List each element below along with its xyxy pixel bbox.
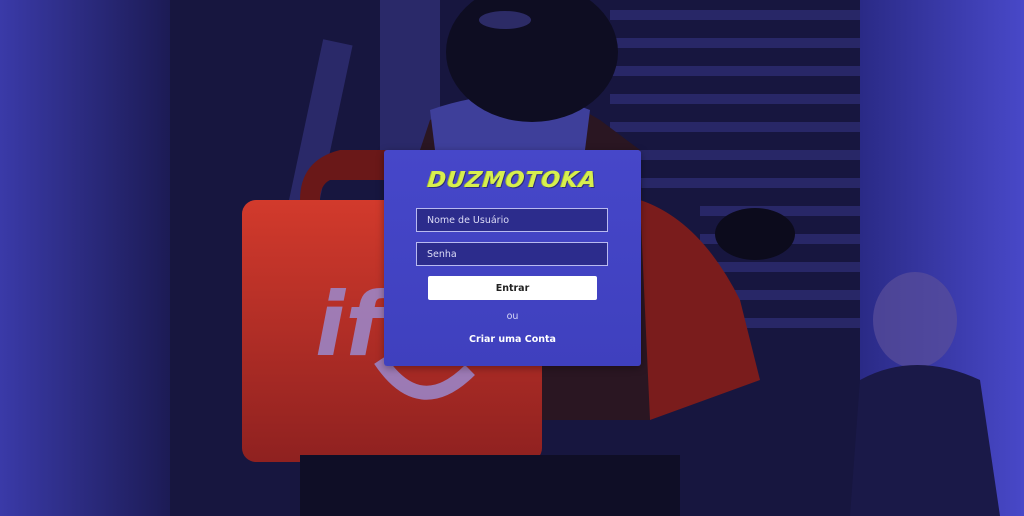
login-card: DUZMOTOKA Entrar ou Criar uma Conta <box>384 150 641 366</box>
password-input[interactable] <box>416 242 608 266</box>
separator-text: ou <box>506 311 519 322</box>
login-button[interactable]: Entrar <box>428 276 597 300</box>
brand-logo: DUZMOTOKA <box>426 168 599 193</box>
create-account-link[interactable]: Criar uma Conta <box>384 334 641 345</box>
username-input[interactable] <box>416 208 608 232</box>
